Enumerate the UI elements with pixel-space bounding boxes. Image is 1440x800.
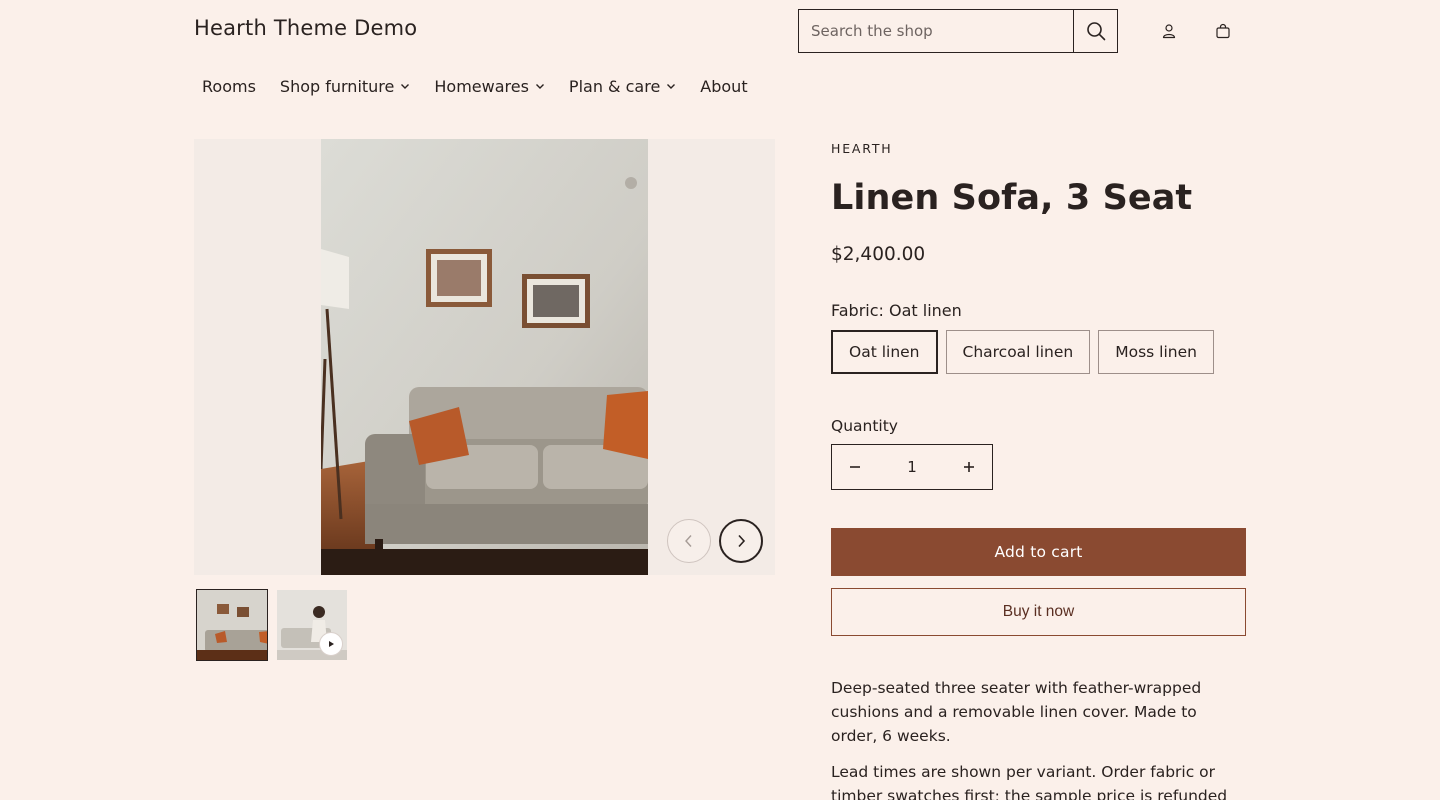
chevron-down-icon xyxy=(535,83,545,90)
quantity-increase-button[interactable] xyxy=(946,445,992,489)
nav-label: About xyxy=(700,76,748,96)
chevron-left-icon xyxy=(685,535,692,547)
nav-item-rooms[interactable]: Rooms xyxy=(194,74,264,98)
play-icon xyxy=(319,632,343,656)
fabric-variants: Oat linen Charcoal linen Moss linen xyxy=(831,330,1214,374)
minus-icon xyxy=(850,466,860,468)
main-nav: Rooms Shop furniture Homewares Plan & ca… xyxy=(194,74,764,98)
nav-label: Plan & care xyxy=(568,76,661,96)
product-title: Linen Sofa, 3 Seat xyxy=(831,178,1193,218)
quantity-stepper: 1 xyxy=(831,444,993,490)
quantity-input[interactable]: 1 xyxy=(878,458,946,476)
chevron-down-icon xyxy=(666,83,676,90)
variant-moss-linen[interactable]: Moss linen xyxy=(1098,330,1214,374)
product-description: Deep-seated three seater with feather-wr… xyxy=(831,676,1246,800)
account-button[interactable] xyxy=(1158,20,1180,42)
search-button[interactable] xyxy=(1073,10,1117,52)
plus-icon xyxy=(964,462,974,472)
variant-charcoal-linen[interactable]: Charcoal linen xyxy=(945,330,1091,374)
buy-now-button[interactable]: Buy it now xyxy=(831,588,1246,636)
variant-oat-linen[interactable]: Oat linen xyxy=(831,330,938,374)
search-bar xyxy=(798,9,1118,53)
nav-label: Rooms xyxy=(202,76,256,96)
fabric-option-label: Fabric: Oat linen xyxy=(831,301,962,320)
cart-icon xyxy=(1216,23,1230,39)
quantity-label: Quantity xyxy=(831,417,898,435)
store-logo[interactable]: Hearth Theme Demo xyxy=(194,16,417,40)
chevron-down-icon xyxy=(400,83,410,90)
account-icon xyxy=(1162,24,1176,39)
product-image[interactable] xyxy=(321,139,648,575)
thumbnail-video[interactable] xyxy=(277,590,347,660)
gallery-next-button[interactable] xyxy=(719,519,763,563)
search-input[interactable] xyxy=(799,10,1073,52)
search-icon xyxy=(1086,22,1105,41)
nav-label: Homewares xyxy=(434,76,529,96)
description-paragraph: Lead times are shown per variant. Order … xyxy=(831,763,1228,800)
nav-label: Shop furniture xyxy=(279,76,395,96)
cart-button[interactable] xyxy=(1212,20,1234,42)
quantity-decrease-button[interactable] xyxy=(832,445,878,489)
description-paragraph: Deep-seated three seater with feather-wr… xyxy=(831,679,1202,745)
add-to-cart-button[interactable]: Add to cart xyxy=(831,528,1246,576)
product-gallery xyxy=(194,139,775,575)
gallery-thumbnails xyxy=(196,589,347,661)
chevron-right-icon xyxy=(738,534,746,548)
gallery-prev-button[interactable] xyxy=(667,519,711,563)
thumbnail-image[interactable] xyxy=(196,589,268,661)
product-price: $2,400.00 xyxy=(831,244,926,265)
nav-item-shop-furniture[interactable]: Shop furniture xyxy=(272,74,418,98)
product-vendor: HEARTH xyxy=(831,141,893,156)
nav-item-about[interactable]: About xyxy=(692,74,755,98)
nav-item-homewares[interactable]: Homewares xyxy=(426,74,553,98)
nav-item-plan-care[interactable]: Plan & care xyxy=(561,74,684,98)
